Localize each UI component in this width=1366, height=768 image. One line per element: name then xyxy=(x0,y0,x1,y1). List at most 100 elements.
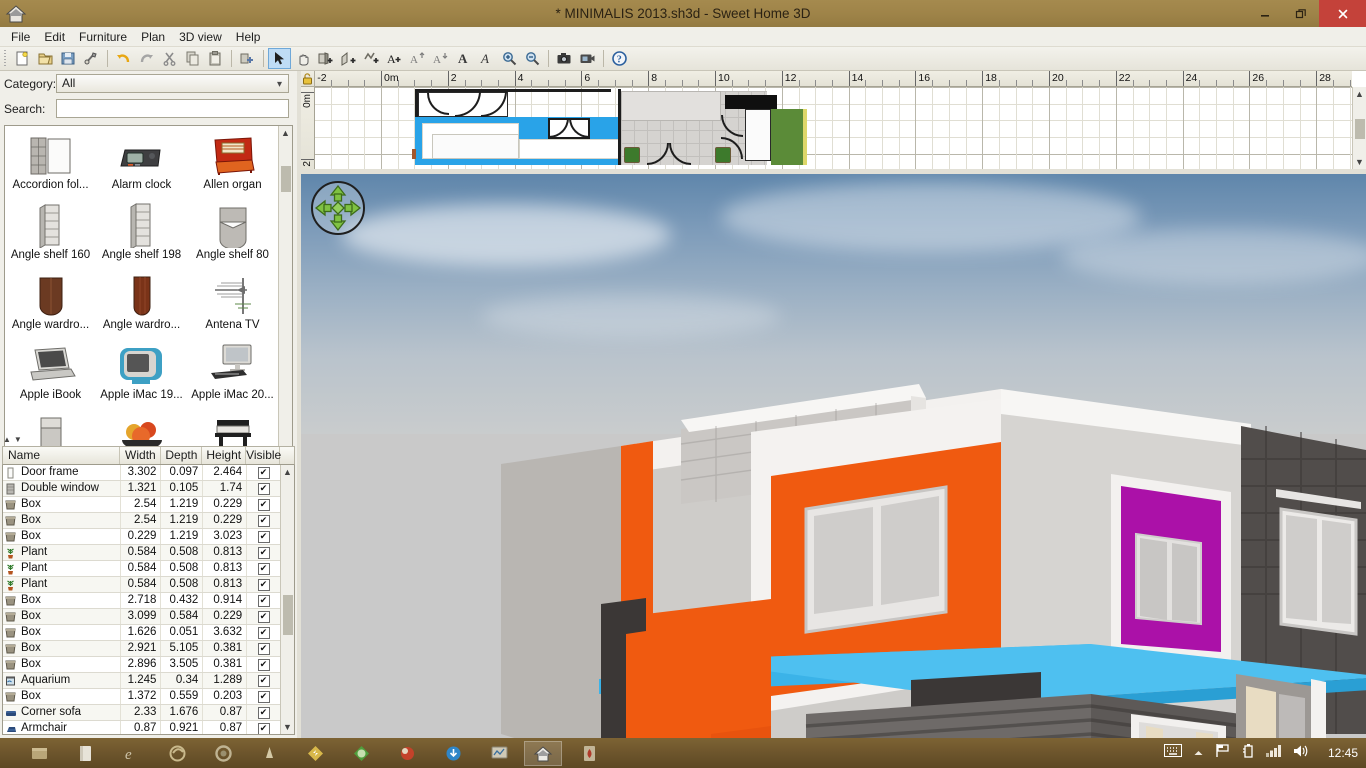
close-button[interactable] xyxy=(1319,0,1366,27)
increase-text-size-button[interactable]: A xyxy=(406,48,429,69)
panel-splitter[interactable]: ▲ ▼ xyxy=(3,435,53,444)
scroll-down-icon[interactable]: ▼ xyxy=(1353,155,1366,169)
battery-icon[interactable] xyxy=(1241,743,1255,763)
catalog-item[interactable]: Apple iMac 20... xyxy=(187,340,278,410)
catalog-item[interactable]: Accordion fol... xyxy=(5,130,96,200)
scroll-up-icon[interactable]: ▲ xyxy=(281,465,294,479)
cut-button[interactable] xyxy=(158,48,181,69)
chevron-up-icon[interactable] xyxy=(1193,744,1204,762)
visible-checkbox[interactable]: ✔ xyxy=(257,498,270,511)
plan-bathroom-door[interactable] xyxy=(745,109,771,161)
furniture-visible-cell[interactable]: ✔ xyxy=(247,593,281,608)
furniture-visible-cell[interactable]: ✔ xyxy=(247,513,281,528)
italic-button[interactable]: A xyxy=(475,48,498,69)
save-button[interactable] xyxy=(57,48,80,69)
scroll-down-icon[interactable]: ▼ xyxy=(281,720,294,734)
plan-marker-left[interactable] xyxy=(412,149,416,159)
visible-checkbox[interactable]: ✔ xyxy=(257,690,270,703)
furniture-visible-cell[interactable]: ✔ xyxy=(247,529,281,544)
taskbar-chrome[interactable] xyxy=(204,741,242,766)
splitter-up-icon[interactable]: ▲ xyxy=(3,435,11,444)
plan-room-right[interactable] xyxy=(519,139,619,159)
visible-checkbox[interactable]: ✔ xyxy=(257,466,270,479)
minimize-button[interactable] xyxy=(1247,0,1283,27)
visible-checkbox[interactable]: ✔ xyxy=(257,706,270,719)
plan-room-terrace[interactable] xyxy=(432,134,519,159)
taskbar-clock[interactable]: 12:45 xyxy=(1328,746,1358,760)
bold-button[interactable]: A xyxy=(452,48,475,69)
furniture-visible-cell[interactable]: ✔ xyxy=(247,705,281,720)
taskbar-notepad[interactable] xyxy=(66,741,104,766)
table-row[interactable]: Plant 0.584 0.508 0.813 ✔ xyxy=(3,545,281,561)
pan-mode-button[interactable] xyxy=(291,48,314,69)
plan-grass-area[interactable] xyxy=(771,109,803,165)
visible-checkbox[interactable]: ✔ xyxy=(257,546,270,559)
scroll-up-icon[interactable]: ▲ xyxy=(279,126,292,140)
plan-wall-blue-vertical[interactable] xyxy=(415,117,422,165)
furniture-visible-cell[interactable]: ✔ xyxy=(247,481,281,496)
navigation-compass-icon[interactable] xyxy=(309,179,367,237)
table-row[interactable]: Box 2.921 5.105 0.381 ✔ xyxy=(3,641,281,657)
menu-furniture[interactable]: Furniture xyxy=(72,28,134,46)
table-row[interactable]: Box 2.54 1.219 0.229 ✔ xyxy=(3,513,281,529)
column-header-depth[interactable]: Depth xyxy=(161,447,203,464)
catalog-item[interactable]: Alarm clock xyxy=(96,130,187,200)
create-polyline-button[interactable] xyxy=(360,48,383,69)
table-row[interactable]: Box 2.896 3.505 0.381 ✔ xyxy=(3,657,281,673)
plan-black-furniture[interactable] xyxy=(725,95,777,109)
open-button[interactable] xyxy=(34,48,57,69)
column-header-name[interactable]: Name xyxy=(3,447,121,464)
catalog-item[interactable]: Apple iBook xyxy=(5,340,96,410)
create-rooms-button[interactable] xyxy=(337,48,360,69)
scrollbar-thumb[interactable] xyxy=(283,595,293,635)
table-row[interactable]: Double window 1.321 0.105 1.74 ✔ xyxy=(3,481,281,497)
visible-checkbox[interactable]: ✔ xyxy=(257,658,270,671)
visible-checkbox[interactable]: ✔ xyxy=(257,642,270,655)
visible-checkbox[interactable]: ✔ xyxy=(257,530,270,543)
house-3d-model[interactable] xyxy=(301,174,1366,738)
select-mode-button[interactable] xyxy=(268,48,291,69)
category-combobox[interactable]: All ▾ xyxy=(56,74,289,93)
taskbar-media-player[interactable] xyxy=(388,741,426,766)
visible-checkbox[interactable]: ✔ xyxy=(257,610,270,623)
visible-checkbox[interactable]: ✔ xyxy=(257,722,270,734)
taskbar-download-manager[interactable] xyxy=(434,741,472,766)
menu-3d-view[interactable]: 3D view xyxy=(172,28,229,46)
visible-checkbox[interactable]: ✔ xyxy=(257,674,270,687)
photo-create-button[interactable] xyxy=(553,48,576,69)
table-row[interactable]: Box 2.718 0.432 0.914 ✔ xyxy=(3,593,281,609)
taskbar-monitor-chart[interactable] xyxy=(480,741,518,766)
furniture-visible-cell[interactable]: ✔ xyxy=(247,657,281,672)
splitter-down-icon[interactable]: ▼ xyxy=(14,435,22,444)
catalog-item[interactable]: Antena TV xyxy=(187,270,278,340)
add-text-button[interactable]: A xyxy=(383,48,406,69)
taskbar-explorer[interactable] xyxy=(20,741,58,766)
add-furniture-button[interactable] xyxy=(236,48,259,69)
taskbar-pdf[interactable] xyxy=(570,741,608,766)
catalog-item[interactable]: Allen organ xyxy=(187,130,278,200)
table-row[interactable]: Box 1.372 0.559 0.203 ✔ xyxy=(3,689,281,705)
signal-bars-icon[interactable] xyxy=(1265,744,1282,762)
catalog-item[interactable]: Angle shelf 160 xyxy=(5,200,96,270)
help-button[interactable]: ? xyxy=(608,48,631,69)
flag-icon[interactable] xyxy=(1215,743,1230,763)
visible-checkbox[interactable]: ✔ xyxy=(257,482,270,495)
column-header-height[interactable]: Height xyxy=(202,447,247,464)
menu-file[interactable]: File xyxy=(4,28,37,46)
plan-plant-1[interactable] xyxy=(624,147,640,163)
visible-checkbox[interactable]: ✔ xyxy=(257,578,270,591)
furniture-catalog[interactable]: Accordion fol... Alarm clock Allen organ… xyxy=(4,125,293,501)
zoom-in-button[interactable] xyxy=(498,48,521,69)
table-row[interactable]: Box 0.229 1.219 3.023 ✔ xyxy=(3,529,281,545)
redo-button[interactable] xyxy=(135,48,158,69)
catalog-item[interactable]: Angle wardro... xyxy=(96,270,187,340)
furniture-visible-cell[interactable]: ✔ xyxy=(247,561,281,576)
catalog-item[interactable]: Angle wardro... xyxy=(5,270,96,340)
taskbar-photo[interactable] xyxy=(342,741,380,766)
visible-checkbox[interactable]: ✔ xyxy=(257,514,270,527)
keyboard-icon[interactable] xyxy=(1163,744,1182,762)
scrollbar-thumb[interactable] xyxy=(1355,119,1365,139)
furniture-visible-cell[interactable]: ✔ xyxy=(247,577,281,592)
visible-checkbox[interactable]: ✔ xyxy=(257,626,270,639)
zoom-out-button[interactable] xyxy=(521,48,544,69)
